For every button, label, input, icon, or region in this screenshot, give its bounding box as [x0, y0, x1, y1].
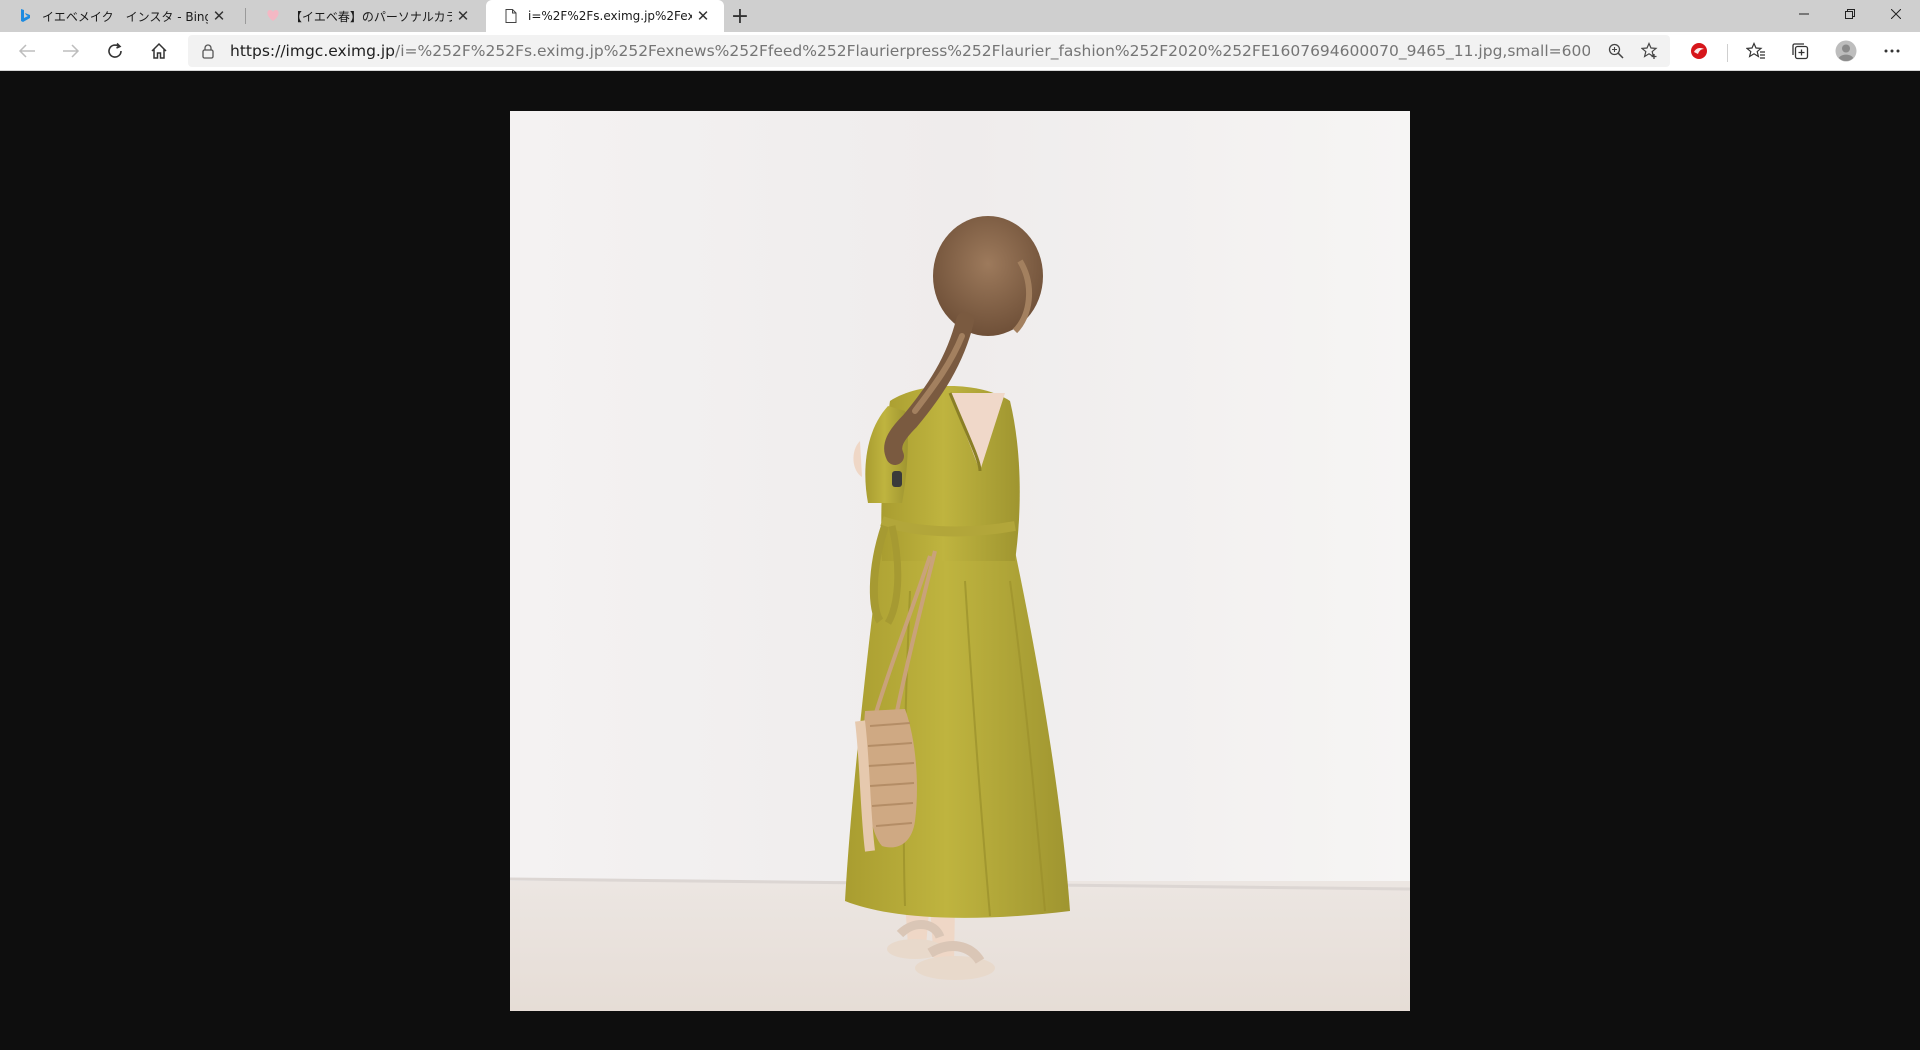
tab-image-active[interactable]: i=%2F%2Fs.eximg.jp%2Fexnews% ✕ — [486, 0, 724, 32]
tab-laurier[interactable]: 【イエベ春】のパーソナルカラータイプに似合 ✕ — [248, 0, 484, 32]
tab-strip: イエベメイク インスタ - Bing ✕ 【イエベ春】のパーソナルカラータイプに… — [0, 0, 1920, 32]
collections-icon[interactable] — [1785, 36, 1815, 66]
pink-heart-icon — [266, 9, 280, 23]
close-icon[interactable]: ✕ — [208, 5, 230, 27]
refresh-icon[interactable] — [100, 36, 130, 66]
lock-icon[interactable] — [200, 43, 216, 59]
new-tab-plus-icon[interactable]: + — [727, 3, 753, 29]
photo-woman-yellow-dress — [510, 111, 1410, 1011]
back-arrow-icon[interactable] — [12, 36, 42, 66]
page-icon — [504, 9, 518, 23]
add-favorite-icon[interactable] — [1640, 41, 1660, 61]
bing-icon — [18, 9, 32, 23]
viewed-image[interactable] — [510, 111, 1410, 1011]
url-text[interactable]: https://imgc.eximg.jp/i=%252F%252Fs.exim… — [230, 42, 1590, 60]
close-icon[interactable]: ✕ — [452, 5, 474, 27]
profile-avatar-icon[interactable] — [1831, 36, 1861, 66]
home-icon[interactable] — [144, 36, 174, 66]
favorites-icon[interactable] — [1741, 36, 1771, 66]
restore-icon[interactable] — [1827, 0, 1873, 28]
forward-arrow-icon[interactable] — [56, 36, 86, 66]
url-host: https://imgc.eximg.jp — [230, 42, 396, 60]
extension-red-icon[interactable] — [1684, 36, 1714, 66]
zoom-icon[interactable] — [1606, 41, 1626, 61]
address-bar[interactable]: https://imgc.eximg.jp/i=%252F%252Fs.exim… — [188, 35, 1670, 67]
tab-title: イエベメイク インスタ - Bing — [42, 9, 208, 24]
tab-title: i=%2F%2Fs.eximg.jp%2Fexnews% — [528, 9, 692, 23]
url-path: /i=%252F%252Fs.eximg.jp%252Fexnews%252Ff… — [395, 42, 1590, 60]
tab-bing[interactable]: イエベメイク インスタ - Bing ✕ — [0, 0, 240, 32]
more-menu-icon[interactable] — [1877, 36, 1907, 66]
close-icon[interactable]: ✕ — [692, 5, 714, 27]
close-window-icon[interactable] — [1873, 0, 1919, 28]
toolbar-divider — [1727, 44, 1728, 62]
tab-title: 【イエベ春】のパーソナルカラータイプに似合 — [290, 9, 452, 24]
tab-divider — [245, 8, 246, 24]
minimize-icon[interactable] — [1781, 0, 1827, 28]
browser-toolbar: https://imgc.eximg.jp/i=%252F%252Fs.exim… — [0, 32, 1920, 71]
